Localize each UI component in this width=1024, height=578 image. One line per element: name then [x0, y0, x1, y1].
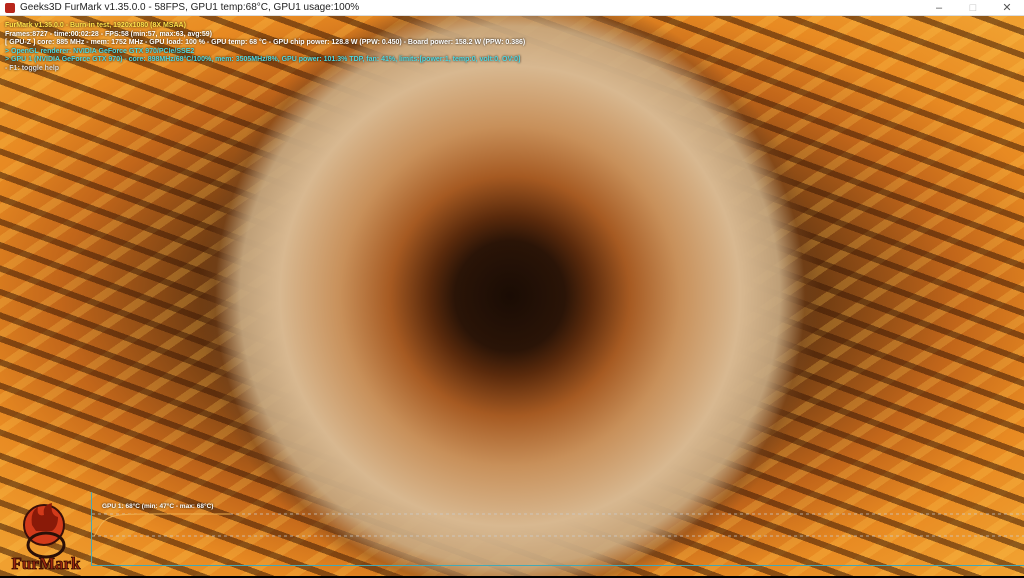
hud-frames: Frames:8727 - time:00:02:28 - FPS:58 (mi…: [5, 30, 212, 38]
minimize-button[interactable]: –: [922, 2, 956, 14]
hud-help: - F1: toggle help: [5, 64, 60, 72]
hud-gpu1: > GPU 1 (NVIDIA GeForce GTX 970) - core:…: [5, 56, 521, 64]
title-bar[interactable]: Geeks3D FurMark v1.35.0.0 - 58FPS, GPU1 …: [0, 0, 1024, 16]
temperature-graph: GPU 1: 68°C (min: 47°C - max: 68°C): [91, 492, 1024, 566]
maximize-button[interactable]: □: [956, 2, 990, 14]
temperature-curve: [93, 513, 230, 537]
window-title: Geeks3D FurMark v1.35.0.0 - 58FPS, GPU1 …: [20, 2, 360, 13]
hud-version: FurMark v1.35.0.0 - Burn-in test, 1920x1…: [5, 22, 186, 29]
hud-gpuz: [ GPU-Z ] core: 885 MHz - mem: 1752 MHz …: [5, 39, 526, 47]
close-button[interactable]: ✕: [990, 1, 1024, 14]
furmark-window: Geeks3D FurMark v1.35.0.0 - 58FPS, GPU1 …: [0, 0, 1024, 576]
furmark-app-icon: [5, 2, 15, 13]
furmark-logo: FurMark: [6, 495, 86, 573]
graph-label: GPU 1: 68°C (min: 47°C - max: 68°C): [102, 503, 214, 510]
svg-text:FurMark: FurMark: [12, 554, 81, 573]
hud-overlay: FurMark v1.35.0.0 - Burn-in test, 1920x1…: [5, 22, 525, 74]
